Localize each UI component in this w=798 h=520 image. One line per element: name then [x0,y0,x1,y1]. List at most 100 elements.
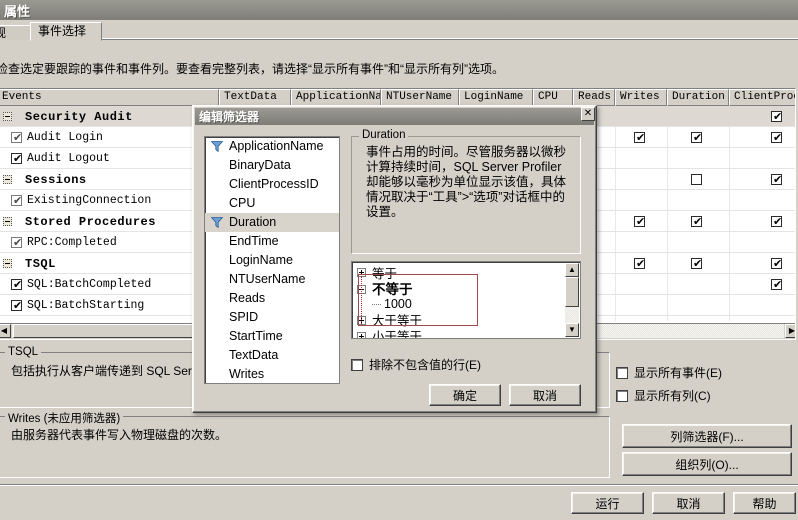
cell-checkbox-clientprocessid[interactable]: ✔ [771,111,782,122]
cell-checkbox-clientprocessid[interactable]: ✔ [771,258,782,269]
scroll-left-arrow-icon[interactable]: ◀ [0,324,11,338]
checkbox-box [351,358,363,371]
column-header-cpu[interactable]: CPU [533,89,573,106]
column-header-loginname[interactable]: LoginName [459,89,533,106]
list-item-label: Duration [229,215,277,229]
window-title: 属性 [4,3,31,19]
filter-column-listbox[interactable]: ApplicationName BinaryData ClientProcess… [204,136,340,384]
cancel-button[interactable]: 取消 [652,492,725,514]
column-info-panel: Writes (未应用筛选器) 由服务器代表事件写入物理磁盘的次数。 [0,410,610,478]
tree-expander-icon[interactable] [357,332,366,338]
list-item-label: NTUserName [229,272,306,286]
list-item-label: ClientProcessID [229,177,319,191]
list-item[interactable]: NTUserName [205,270,339,289]
column-filters-button[interactable]: 列筛选器(F)... [622,424,792,448]
properties-window: 属性 规 事件选择 检查选定要跟踪的事件和事件列。要查看完整列表，请选择“显示所… [0,0,798,520]
cell-checkbox-clientprocessid[interactable]: ✔ [771,279,782,290]
row-label: Audit Login [27,131,103,144]
dialog-title: 编辑筛选器 [199,110,260,124]
list-item[interactable]: ApplicationName [205,137,339,156]
row-label: TSQL [25,257,56,271]
row-label: Audit Logout [27,152,110,165]
tab-event-selection[interactable]: 事件选择 [30,22,102,41]
show-all-columns-checkbox[interactable]: 显示所有列(C) [616,387,711,404]
row-expander-icon[interactable] [3,217,12,226]
list-item[interactable]: EndTime [205,232,339,251]
column-header-writes[interactable]: Writes [615,89,667,106]
row-expander-icon[interactable] [3,259,12,268]
column-header-textdata[interactable]: TextData [219,89,291,106]
row-label: Security Audit [25,110,133,124]
cell-checkbox-clientprocessid[interactable]: ✔ [771,216,782,227]
dialog-cancel-button[interactable]: 取消 [509,384,581,406]
row-expander-icon[interactable] [3,175,12,184]
cell-checkbox-event[interactable]: ✔ [11,132,22,143]
cell-checkbox-duration[interactable] [691,174,702,185]
column-header-applicationname[interactable]: ApplicationName [291,89,381,106]
cell-checkbox-event[interactable]: ✔ [11,195,22,206]
page-description: 检查选定要跟踪的事件和事件列。要查看完整列表，请选择“显示所有事件”和“显示所有… [0,62,504,76]
tab-general-label: 规 [0,26,7,40]
column-header-duration[interactable]: Duration [667,89,729,106]
event-info-body: 包括执行从客户端传递到 SQL Serv [11,364,198,378]
organize-columns-button[interactable]: 组织列(O)... [622,452,792,476]
tree-scroll-up-icon[interactable]: ▲ [565,263,579,277]
list-item-label: CPU [229,196,256,210]
window-titlebar: 属性 [0,0,798,20]
list-item[interactable]: TextData [205,346,339,365]
list-item-label: StartTime [229,329,283,343]
cell-checkbox-duration[interactable]: ✔ [691,258,702,269]
cell-checkbox-event[interactable]: ✔ [11,300,22,311]
tab-general[interactable]: 规 [0,25,32,40]
list-item[interactable]: SPID [205,308,339,327]
column-header-clientprocessid[interactable]: ClientProcessID [729,89,795,106]
column-description-text: 事件占用的时间。尽管服务器以微秒计算持续时间，SQL Server Profil… [366,145,567,219]
cell-checkbox-clientprocessid[interactable]: ✔ [771,174,782,185]
help-button[interactable]: 帮助 [733,492,796,514]
checkbox-box [616,389,628,402]
cell-checkbox-event[interactable]: ✔ [11,237,22,248]
dialog-cancel-label: 取消 [532,388,557,403]
cell-checkbox-writes[interactable]: ✔ [634,132,645,143]
column-header-reads[interactable]: Reads [573,89,615,106]
close-icon[interactable]: ✕ [581,107,595,121]
tree-scroll-down-icon[interactable]: ▼ [565,323,579,337]
list-item[interactable]: CPU [205,194,339,213]
close-icon-glyph: ✕ [583,108,593,119]
row-expander-icon[interactable] [3,112,12,121]
row-label: SQL:BatchStarting [27,299,145,312]
cell-checkbox-writes[interactable]: ✔ [634,216,645,227]
tree-scroll-thumb[interactable] [565,277,579,307]
list-item[interactable]: StartTime [205,327,339,346]
show-all-events-checkbox[interactable]: 显示所有事件(E) [616,364,722,381]
cell-checkbox-duration[interactable]: ✔ [691,216,702,227]
column-header-ntusername[interactable]: NTUserName [381,89,459,106]
cell-checkbox-duration[interactable]: ✔ [691,132,702,143]
list-item-label: Writes [229,367,265,381]
list-item-label: ApplicationName [229,139,324,153]
event-info-title: TSQL [5,346,42,358]
funnel-icon [211,217,223,228]
tree-node-label[interactable]: 小于等于 [372,326,422,338]
list-item[interactable]: LoginName [205,251,339,270]
list-item-duration[interactable]: Duration [205,213,339,232]
list-item[interactable]: Writes [205,365,339,383]
column-info-body: 由服务器代表事件写入物理磁盘的次数。 [11,428,228,442]
scroll-right-arrow-icon[interactable]: ▶ [785,324,795,338]
highlight-rectangle [358,274,478,326]
list-item[interactable]: BinaryData [205,156,339,175]
run-button[interactable]: 运行 [571,492,644,514]
cell-checkbox-event[interactable]: ✔ [11,279,22,290]
dialog-ok-button[interactable]: 确定 [429,384,501,406]
filter-condition-tree[interactable]: 等于 不等于 1000 大于等于 小于等于 ▲ ▼ [351,261,581,339]
list-item-label: SPID [229,310,259,324]
list-item[interactable]: Reads [205,289,339,308]
dialog-titlebar: 编辑筛选器 [195,108,594,125]
edit-filter-dialog[interactable]: 编辑筛选器 ✕ ApplicationName BinaryData Clien… [192,105,597,413]
column-header-events[interactable]: Events [0,89,219,106]
cell-checkbox-writes[interactable]: ✔ [634,258,645,269]
exclude-rows-checkbox[interactable]: 排除不包含值的行(E) [351,356,481,373]
cell-checkbox-event[interactable]: ✔ [11,153,22,164]
cell-checkbox-clientprocessid[interactable]: ✔ [771,132,782,143]
list-item[interactable]: ClientProcessID [205,175,339,194]
